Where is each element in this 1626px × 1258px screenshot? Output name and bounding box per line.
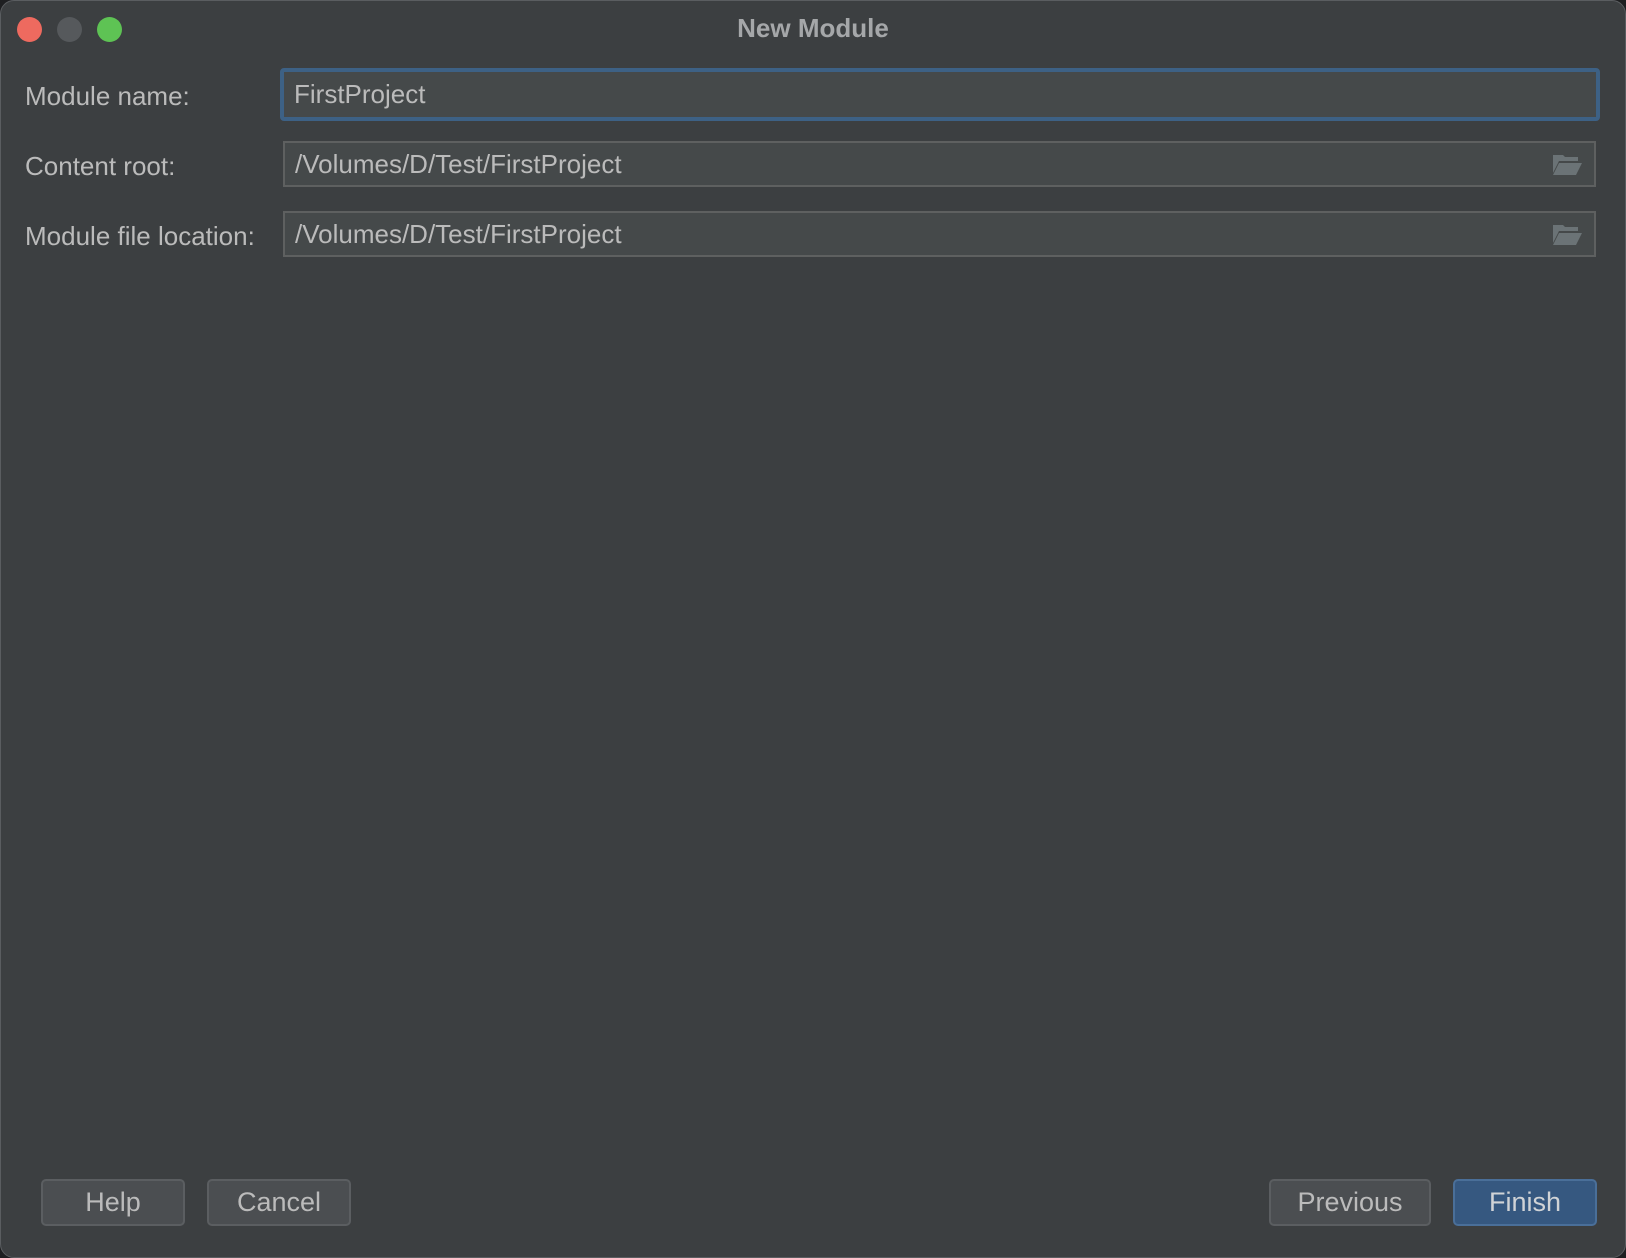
content-root-input[interactable] — [285, 143, 1594, 185]
folder-open-icon[interactable] — [1552, 223, 1582, 247]
content-root-field-container — [283, 141, 1596, 187]
previous-button[interactable]: Previous — [1269, 1179, 1431, 1226]
module-file-location-field-container — [283, 211, 1596, 257]
dialog-title: New Module — [737, 13, 889, 43]
title-bar[interactable]: New Module — [1, 1, 1625, 55]
help-button[interactable]: Help — [41, 1179, 185, 1226]
module-file-location-input[interactable] — [285, 213, 1594, 255]
folder-open-icon[interactable] — [1552, 153, 1582, 177]
content-root-label: Content root: — [25, 151, 176, 181]
module-name-field-container — [280, 68, 1600, 121]
module-file-location-label: Module file location: — [25, 221, 255, 251]
module-name-label: Module name: — [25, 81, 190, 111]
module-name-input[interactable] — [284, 72, 1596, 117]
cancel-button[interactable]: Cancel — [207, 1179, 351, 1226]
new-module-dialog: New Module Module name: Content root: Mo… — [0, 0, 1626, 1258]
finish-button[interactable]: Finish — [1453, 1179, 1597, 1226]
